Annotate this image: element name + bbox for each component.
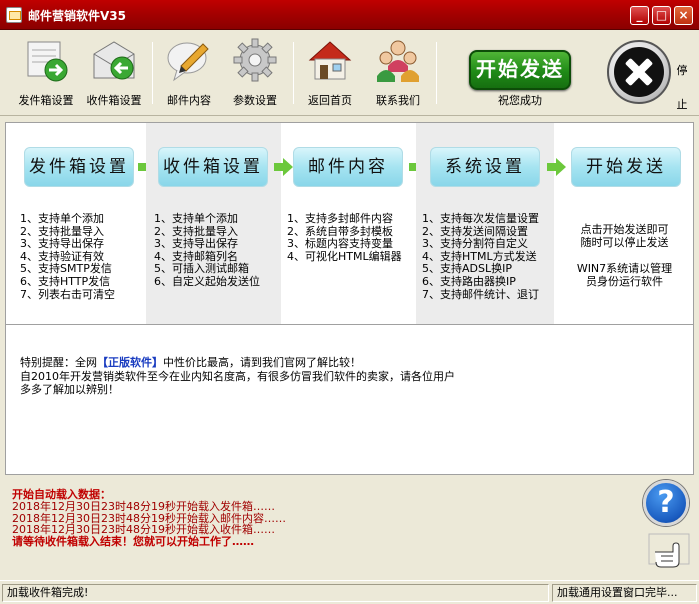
window-title: 邮件营销软件V35 — [28, 9, 126, 23]
status-right: 加载通用设置窗口完毕... — [552, 584, 697, 602]
status-left: 加载收件箱完成! — [2, 584, 549, 602]
log-line: 2018年12月30日23时48分19秒开始载入发件箱…… — [12, 499, 275, 513]
feature-item: 3、支持导出保存 — [154, 237, 238, 251]
step-outbox-title[interactable]: 发件箱设置 — [24, 147, 134, 187]
help-button[interactable]: ? — [643, 480, 689, 526]
feature-item: 6、支持HTTP发信 — [20, 274, 111, 288]
step-system-settings-features: 1、支持每次发信量设置 2、支持发送间隔设置 3、支持分割符自定义 4、支持HT… — [422, 212, 539, 301]
home-label: 返回首页 — [308, 94, 352, 107]
title-bar[interactable]: 邮件营销软件V35 _ □ × — [0, 0, 699, 30]
contact-us-button[interactable]: 联系我们 — [362, 36, 434, 112]
step-mail-content: 邮件内容 1、支持多封邮件内容 2、系统自带多封模板 3、标题内容支持变量 4、… — [281, 123, 416, 324]
mail-content-button[interactable]: 邮件内容 — [153, 36, 225, 112]
step-mail-content-title[interactable]: 邮件内容 — [293, 147, 403, 187]
parameter-settings-label: 参数设置 — [233, 94, 277, 107]
step-inbox: 收件箱设置 1、支持单个添加 2、支持批量导入 3、支持导出保存 4、支持邮箱列… — [146, 123, 281, 324]
contact-us-label: 联系我们 — [376, 94, 420, 107]
inbox-settings-button[interactable]: 收件箱设置 — [78, 36, 150, 112]
note-line: 随时可以停止发送 — [580, 236, 669, 249]
house-icon — [306, 36, 354, 84]
step-inbox-title[interactable]: 收件箱设置 — [158, 147, 268, 187]
people-group-icon — [374, 36, 422, 84]
close-window-button[interactable]: × — [674, 6, 693, 25]
feature-item: 3、支持导出保存 — [20, 237, 104, 251]
notice-line3: 多多了解加以辨别！ — [20, 383, 119, 396]
parameter-settings-button[interactable]: 参数设置 — [219, 36, 291, 112]
log-line: 请等待收件箱载入结束！您就可以开始工作了…… — [12, 535, 254, 549]
notice-line1-prefix: 特别提醒：全网 — [20, 356, 97, 369]
notice-panel: 特别提醒：全网【正版软件】中性价比最高，请到我们官网了解比较！ 自2010年开发… — [5, 325, 694, 475]
step-system-settings: 系统设置 1、支持每次发信量设置 2、支持发送间隔设置 3、支持分割符自定义 4… — [416, 123, 554, 324]
gear-icon — [231, 36, 279, 84]
step-outbox: 发件箱设置 1、支持单个添加 2、支持批量导入 3、支持导出保存 4、支持验证有… — [6, 123, 146, 324]
outbox-settings-label: 发件箱设置 — [18, 94, 74, 107]
genuine-software-highlight: 【正版软件】 — [97, 356, 163, 369]
stop-button[interactable] — [607, 40, 671, 104]
step-start-sending-notes: 点击开始发送即可 随时可以停止发送 WIN7系统请以管理 员身份运行软件 — [554, 223, 693, 288]
note-line: 点击开始发送即可 — [580, 223, 669, 236]
step-start-sending: 开始发送 点击开始发送即可 随时可以停止发送 WIN7系统请以管理 员身份运行软… — [554, 123, 693, 324]
outbox-envelope-icon — [22, 36, 70, 84]
pointing-hand-icon — [647, 532, 691, 572]
toolbar: 发件箱设置 收件箱设置 邮件内容 参数设置 返回首页 联系我们 开始发送 祝您成… — [0, 30, 699, 116]
step-outbox-features: 1、支持单个添加 2、支持批量导入 3、支持导出保存 4、支持验证有效 5、支持… — [20, 212, 115, 301]
toolbar-separator — [436, 42, 437, 104]
feature-item: 1、支持单个添加 — [154, 212, 238, 225]
feature-item: 1、支持多封邮件内容 — [287, 212, 393, 225]
workflow-steps-panel: 发件箱设置 1、支持单个添加 2、支持批量导入 3、支持导出保存 4、支持验证有… — [5, 122, 694, 325]
pen-speech-bubble-icon — [165, 36, 213, 84]
step-inbox-features: 1、支持单个添加 2、支持批量导入 3、支持导出保存 4、支持邮箱列名 5、可插… — [154, 212, 260, 289]
start-sending-button[interactable]: 开始发送 — [469, 50, 571, 90]
notice-text: 特别提醒：全网【正版软件】中性价比最高，请到我们官网了解比较！ 自2010年开发… — [20, 356, 455, 397]
stop-x-icon — [614, 47, 664, 97]
feature-item: 4、可视化HTML编辑器 — [287, 249, 402, 263]
load-log: 开始自动载入数据： 2018年12月30日23时48分19秒开始载入发件箱…… … — [12, 489, 286, 548]
feature-item: 1、支持单个添加 — [20, 212, 104, 225]
feature-item: 6、支持路由器换IP — [422, 274, 516, 288]
good-luck-caption: 祝您成功 — [498, 94, 542, 107]
maximize-button[interactable]: □ — [652, 6, 671, 25]
note-spacer — [554, 249, 693, 262]
notice-line1-suffix: 中性价比最高，请到我们官网了解比较！ — [163, 356, 361, 369]
stop-label: 停止 — [676, 64, 688, 111]
home-button[interactable]: 返回首页 — [294, 36, 366, 112]
note-line: 员身份运行软件 — [586, 275, 663, 288]
inbox-envelope-icon — [90, 36, 138, 84]
app-mail-icon — [6, 7, 22, 23]
step-mail-content-features: 1、支持多封邮件内容 2、系统自带多封模板 3、标题内容支持变量 4、可视化HT… — [287, 212, 402, 263]
inbox-settings-label: 收件箱设置 — [86, 94, 142, 107]
feature-item: 3、标题内容支持变量 — [287, 237, 393, 251]
feature-item: 6、自定义起始发送位 — [154, 274, 260, 288]
feature-item: 3、支持分割符自定义 — [422, 237, 528, 251]
feature-item: 7、列表右击可清空 — [20, 287, 115, 301]
notice-line2: 自2010年开发营销类软件至今在业内知名度高，有很多仿冒我们软件的卖家，请各位用… — [20, 369, 455, 383]
status-bar: 加载收件箱完成! 加载通用设置窗口完毕... — [0, 580, 699, 604]
mail-content-label: 邮件内容 — [167, 94, 211, 107]
outbox-settings-button[interactable]: 发件箱设置 — [10, 36, 82, 112]
note-line: WIN7系统请以管理 — [576, 262, 673, 275]
feature-item: 7、支持邮件统计、退订 — [422, 287, 539, 301]
feature-item: 1、支持每次发信量设置 — [422, 212, 539, 225]
step-start-sending-title[interactable]: 开始发送 — [571, 147, 681, 187]
minimize-button[interactable]: _ — [630, 6, 649, 25]
step-system-settings-title[interactable]: 系统设置 — [430, 147, 540, 187]
